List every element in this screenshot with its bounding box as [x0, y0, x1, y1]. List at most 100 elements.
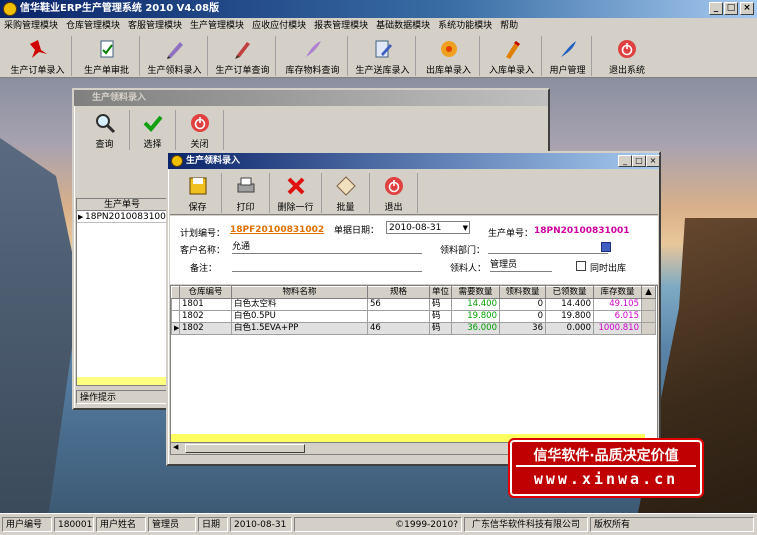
front-minimize-button[interactable]: _	[618, 155, 632, 167]
menu-help[interactable]: 帮助	[496, 18, 522, 34]
checkmark-icon	[143, 115, 163, 132]
menu-base-data[interactable]: 基础数据模块	[372, 18, 434, 34]
exit-button[interactable]: 退出	[370, 173, 418, 213]
status-user-no: 180001	[54, 517, 94, 532]
row-pointer-icon: ▶	[78, 213, 84, 221]
requisition-form: 计划编号： 18PF20100831002 单据日期： 2010-08-31 ▼ …	[170, 216, 658, 284]
back-list-footer	[77, 377, 167, 385]
dept-field[interactable]	[488, 241, 608, 254]
minimize-button[interactable]: _	[709, 2, 723, 15]
close-button[interactable]: ×	[740, 2, 754, 15]
back-query-button[interactable]: 查询	[80, 110, 130, 150]
back-close-button[interactable]: 关闭	[176, 110, 224, 150]
main-toolbar: 生产订单录入 生产单审批 生产领料录入 生产订单查询 库存物料查询 生产送库录入…	[0, 34, 757, 78]
toolbar-outbound-entry[interactable]: 出库单录入	[418, 36, 480, 76]
status-company: 广东信华软件科技有限公司	[464, 517, 588, 532]
materials-table: 仓库编号 物料名称 规格 单位 需要数量 领料数量 已领数量 库存数量 ▲ 18…	[171, 286, 656, 335]
customer-field[interactable]: 允通	[232, 241, 422, 254]
back-window-list: 生产单号 ▶ 18PN20100831001	[76, 198, 172, 386]
status-bar: 用户编号 180001 用户姓名 管理员 日期 2010-08-31 ©1999…	[0, 513, 757, 535]
same-time-checkbox[interactable]	[576, 261, 586, 271]
pdf-icon	[29, 40, 47, 58]
print-button[interactable]: 打印	[222, 173, 270, 213]
toolbar-exit-system[interactable]: 退出系统	[596, 36, 658, 76]
menu-system[interactable]: 系统功能模块	[434, 18, 496, 34]
toolbar-production-delivery-entry[interactable]: 生产送库录入	[350, 36, 416, 76]
background-rock-left	[0, 138, 80, 513]
table-row[interactable]: 1802 白色0.5PU 码 19.800 0 19.800 6.015	[171, 310, 656, 323]
table-row-selected[interactable]: ▶ 1802 白色1.5EVA+PP 46 码 36.000 36 0.000 …	[171, 322, 656, 335]
same-time-label: 同时出库	[590, 264, 627, 274]
back-select-button[interactable]: 选择	[130, 110, 176, 150]
table-row[interactable]: 1801 白色太空料 56 码 14.400 0 14.400 49.105	[171, 298, 656, 311]
col-unit[interactable]: 单位	[429, 286, 452, 299]
feather-icon	[560, 41, 576, 57]
front-close-button[interactable]: ×	[646, 155, 660, 167]
plan-no-value[interactable]: 18PF20100831002	[230, 224, 324, 237]
document-approve-icon	[100, 40, 113, 58]
printer-icon	[237, 177, 254, 193]
menu-purchase[interactable]: 采购管理模块	[0, 18, 62, 34]
flower-icon	[440, 41, 457, 57]
materials-grid: 仓库编号 物料名称 规格 单位 需要数量 领料数量 已领数量 库存数量 ▲ 18…	[170, 285, 658, 455]
window-app-icon	[171, 155, 183, 167]
menu-production[interactable]: 生产管理模块	[186, 18, 248, 34]
toolbar-production-order-entry[interactable]: 生产订单录入	[4, 36, 72, 76]
back-window-toolbar: 查询 选择 关闭	[76, 108, 546, 152]
col-spec[interactable]: 规格	[367, 286, 430, 299]
menu-customer-service[interactable]: 客服管理模块	[124, 18, 186, 34]
date-picker[interactable]: 2010-08-31 ▼	[386, 221, 470, 234]
scroll-thumb[interactable]	[185, 444, 305, 453]
col-material[interactable]: 物料名称	[231, 286, 368, 299]
status-date-label: 日期	[198, 517, 228, 532]
col-pick[interactable]: 领料数量	[499, 286, 546, 299]
power-icon	[384, 177, 403, 195]
dept-lookup-icon[interactable]	[601, 242, 611, 252]
batch-button[interactable]: 批量	[322, 173, 370, 213]
grid-header: 仓库编号 物料名称 规格 单位 需要数量 领料数量 已领数量 库存数量 ▲	[171, 286, 656, 299]
menu-warehouse[interactable]: 仓库管理模块	[62, 18, 124, 34]
picker-label: 领料人：	[450, 264, 487, 274]
front-window-title: 生产领料录入	[186, 156, 241, 166]
status-user-name-label: 用户姓名	[96, 517, 146, 532]
col-picked[interactable]: 已领数量	[545, 286, 594, 299]
delete-x-icon	[287, 177, 304, 195]
toolbar-production-order-query[interactable]: 生产订单查询	[210, 36, 276, 76]
back-list-row[interactable]: ▶ 18PN20100831001	[77, 211, 172, 223]
col-stock[interactable]: 库存数量	[593, 286, 642, 299]
toolbar-inventory-query[interactable]: 库存物料查询	[278, 36, 348, 76]
toolbar-production-approval[interactable]: 生产单审批	[74, 36, 140, 76]
remark-label: 备注：	[190, 264, 218, 274]
prod-no-label: 生产单号：	[488, 229, 534, 239]
scroll-up-icon[interactable]: ▲	[641, 286, 656, 299]
picker-field[interactable]: 管理员	[490, 259, 552, 272]
save-icon	[189, 177, 206, 195]
app-title: 信华鞋业ERP生产管理系统 2010 V4.08版	[20, 3, 220, 14]
toolbar-user-management[interactable]: 用户管理	[544, 36, 592, 76]
dropdown-arrow-icon: ▼	[462, 224, 468, 232]
col-need[interactable]: 需要数量	[451, 286, 500, 299]
remark-field[interactable]	[232, 259, 422, 272]
back-ops-hint: 操作提示	[76, 390, 168, 404]
front-maximize-button[interactable]: □	[632, 155, 646, 167]
col-warehouse[interactable]: 仓库编号	[179, 286, 232, 299]
status-date: 2010-08-31	[230, 517, 292, 532]
save-button[interactable]: 保存	[174, 173, 222, 213]
power-icon	[190, 114, 209, 132]
menu-reports[interactable]: 报表管理模块	[310, 18, 372, 34]
quill-icon	[305, 41, 321, 57]
brush-icon	[234, 42, 250, 59]
scroll-left-icon[interactable]: ◀	[173, 443, 178, 451]
maximize-button[interactable]: □	[724, 2, 738, 15]
front-window-toolbar: 保存 打印 删除一行 批量 退出	[170, 171, 658, 215]
toolbar-material-requisition[interactable]: 生产领料录入	[142, 36, 208, 76]
stamp-slogan: 信华软件·品质决定价值	[516, 445, 696, 467]
toolbar-inbound-entry[interactable]: 入库单录入	[482, 36, 542, 76]
app-title-bar: 信华鞋业ERP生产管理系统 2010 V4.08版 _ □ ×	[0, 0, 757, 18]
magnifier-icon	[95, 114, 115, 134]
front-window: 生产领料录入 _ □ × 保存 打印 删除一行 批量 退出 计划编号： 18PF…	[166, 151, 661, 466]
stamp-website: www.xinwa.cn	[533, 470, 679, 488]
delete-row-button[interactable]: 删除一行	[270, 173, 322, 213]
menu-receivable-payable[interactable]: 应收应付模块	[248, 18, 310, 34]
pencil-icon	[505, 41, 520, 59]
